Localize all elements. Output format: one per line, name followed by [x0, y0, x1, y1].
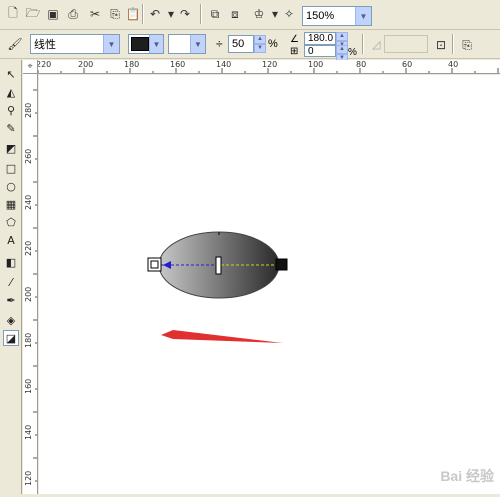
hruler-label: 80: [356, 60, 367, 69]
cut-icon[interactable]: ✂: [86, 5, 104, 23]
edge-pad-unit: %: [348, 47, 357, 58]
vruler-label: 120: [24, 470, 33, 486]
vruler-label: 140: [24, 424, 33, 440]
outline-tool-icon[interactable]: ✒: [3, 292, 19, 308]
midpoint-slider[interactable]: [215, 256, 222, 275]
edge-pad-spinner[interactable]: ▲ ▼: [336, 45, 348, 63]
edge-pad-value: 0: [308, 45, 314, 57]
fill-type-select[interactable]: 线性 ▼: [30, 34, 120, 54]
smart-fill-tool-icon[interactable]: ◩: [3, 140, 19, 156]
end-color-node[interactable]: [275, 258, 288, 271]
property-bar: 🖌 线性 ▼ ▼ ▼ ÷ 50 ▲▼ % ∠ 180.0 ▲▼ ⊞ 0 ▲▼ %…: [0, 30, 500, 63]
hruler-label: 100: [308, 60, 324, 69]
pick-tool-icon[interactable]: ↖: [3, 66, 19, 82]
hruler-label: 200: [78, 60, 94, 69]
vruler-label: 260: [24, 148, 33, 164]
vruler-label: 280: [24, 102, 33, 118]
first-color-picker[interactable]: ▼: [128, 34, 164, 54]
vertical-ruler[interactable]: 280 260 240 220 200 180 160 140 120: [23, 74, 38, 494]
print-icon[interactable]: ⎙: [64, 5, 82, 23]
standard-toolbar: 🗋 🗁 ▣ ⎙ ✂ ⎘ 📋 ↶ ▾ ↷ ⧉ ⧈ ♔ ▾ ✧ 150% ▼: [0, 0, 500, 30]
interactive-blend-tool-icon[interactable]: ◧: [3, 254, 19, 270]
new-icon[interactable]: 🗋: [4, 5, 22, 23]
vruler-label: 220: [24, 240, 33, 256]
welcome-icon[interactable]: ✧: [280, 5, 298, 23]
import-icon[interactable]: ⧉: [206, 5, 224, 23]
last-color-swatch: [171, 37, 190, 51]
toolbox: ↖ ◭ ⚲ ✎ ◩ □ ○ ▦ ⬠ A ◧ ⁄ ✒ ◈ ◪: [0, 60, 22, 494]
angle-input[interactable]: 180.0: [304, 32, 336, 45]
chevron-down-icon[interactable]: ▼: [189, 35, 205, 53]
midpoint-input[interactable]: 50: [228, 35, 254, 53]
zoom-select[interactable]: 150% ▼: [302, 6, 372, 26]
midpoint-spinner[interactable]: ▲ ▼: [254, 35, 266, 53]
paste-icon[interactable]: 📋: [124, 5, 142, 23]
ellipse-tool-icon[interactable]: ○: [3, 178, 19, 194]
edge-pad-icon: ⊞: [290, 46, 299, 57]
midpoint-unit: %: [268, 38, 278, 50]
vruler-label: 180: [24, 332, 33, 348]
canvas-drawing: [147, 231, 288, 343]
export-icon[interactable]: ⧈: [226, 5, 244, 23]
fill-type-value: 线性: [34, 39, 56, 51]
start-color-node[interactable]: [147, 257, 162, 272]
midpoint-icon: ÷: [216, 37, 223, 51]
chevron-down-icon[interactable]: ▼: [148, 35, 163, 53]
hruler-label: 140: [216, 60, 232, 69]
watermark-logo: Bai 经验: [440, 468, 494, 484]
vruler-label: 200: [24, 286, 33, 302]
drawing-canvas[interactable]: Bai 经验: [39, 75, 500, 494]
freehand-tool-icon[interactable]: ✎: [3, 120, 19, 136]
copy-icon[interactable]: ⎘: [106, 5, 124, 23]
redo-icon[interactable]: ↷: [176, 5, 194, 23]
zoom-value: 150%: [306, 10, 335, 22]
fill-presets-icon[interactable]: 🖌: [6, 35, 24, 53]
edge-pad-input[interactable]: 0: [304, 45, 336, 57]
steps-icon: ◿: [372, 39, 381, 51]
angle-spinner[interactable]: ▲▼: [336, 32, 348, 50]
horizontal-ruler[interactable]: 220 200 180 160 140 120 100 80 60 40: [38, 60, 500, 74]
hruler-label: 160: [170, 60, 186, 69]
text-tool-icon[interactable]: A: [3, 232, 19, 248]
chevron-down-icon[interactable]: ▼: [355, 7, 371, 25]
angle-icon: ∠: [290, 34, 299, 45]
zoom-tool-icon[interactable]: ⚲: [3, 102, 19, 118]
shape-tool-icon[interactable]: ◭: [3, 84, 19, 100]
lock-icon[interactable]: ⊡: [432, 36, 450, 54]
hruler-label: 180: [124, 60, 140, 69]
angle-value: 180.0: [308, 33, 334, 44]
save-icon[interactable]: ▣: [44, 5, 62, 23]
copy-fill-properties-icon[interactable]: ⎘: [458, 36, 476, 54]
hruler-label: 120: [262, 60, 278, 69]
chevron-down-icon[interactable]: ▼: [103, 35, 119, 53]
vruler-label: 160: [24, 378, 33, 394]
red-annotation-arrow: [161, 330, 283, 343]
graph-paper-tool-icon[interactable]: ▦: [3, 196, 19, 212]
rectangle-tool-icon[interactable]: □: [3, 160, 19, 176]
hruler-label: 60: [402, 60, 413, 69]
fill-tool-icon[interactable]: ◈: [3, 312, 19, 328]
eyedropper-tool-icon[interactable]: ⁄: [3, 274, 19, 290]
basic-shapes-tool-icon[interactable]: ⬠: [3, 214, 19, 230]
midpoint-value: 50: [232, 38, 245, 50]
steps-input: [384, 35, 428, 53]
open-icon[interactable]: 🗁: [24, 5, 42, 23]
hruler-label: 220: [38, 60, 52, 69]
vruler-label: 240: [24, 194, 33, 210]
last-color-picker[interactable]: ▼: [168, 34, 206, 54]
first-color-swatch: [131, 37, 149, 51]
interactive-fill-tool-icon[interactable]: ◪: [3, 330, 19, 346]
ruler-origin[interactable]: ⌖: [23, 60, 38, 74]
hruler-label: 40: [448, 60, 459, 69]
